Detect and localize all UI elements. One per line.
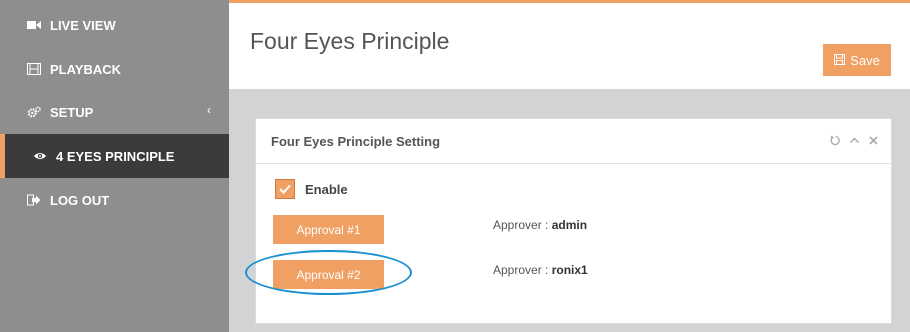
approver-1-text: Approver : admin	[493, 218, 587, 232]
approver-prefix: Approver :	[493, 263, 552, 277]
enable-checkbox[interactable]	[275, 179, 295, 199]
page-title: Four Eyes Principle	[250, 28, 450, 54]
enable-row: Enable	[275, 179, 348, 199]
checkmark-icon	[279, 184, 291, 194]
approver-name: admin	[551, 218, 588, 232]
close-icon[interactable]	[868, 135, 879, 149]
save-button[interactable]: Save	[823, 44, 891, 76]
sidebar-item-log-out[interactable]: LOG OUT	[0, 178, 229, 222]
logout-icon	[27, 193, 41, 207]
gears-icon	[27, 105, 41, 119]
refresh-icon[interactable]	[830, 135, 841, 149]
video-camera-icon	[27, 18, 41, 32]
film-icon	[27, 62, 41, 76]
approver-prefix: Approver :	[493, 218, 552, 232]
sidebar-item-setup[interactable]: SETUP ‹	[0, 90, 229, 134]
panel-header: Four Eyes Principle Setting	[256, 119, 891, 164]
sidebar-item-label: PLAYBACK	[50, 61, 122, 77]
approver-2-text: Approver : ronix1	[493, 263, 588, 277]
four-eyes-settings-panel: Four Eyes Principle Setting Enable Appro…	[255, 118, 892, 324]
approval-1-button[interactable]: Approval #1	[273, 215, 384, 244]
sidebar-item-label: LOG OUT	[50, 192, 110, 208]
sidebar-item-4-eyes-principle[interactable]: 4 EYES PRINCIPLE	[0, 134, 229, 178]
approver-name: ronix1	[551, 263, 588, 277]
sidebar-item-label: LIVE VIEW	[50, 17, 116, 33]
sidebar-item-playback[interactable]: PLAYBACK	[0, 47, 229, 91]
sidebar: LIVE VIEW PLAYBACK SETUP ‹ 4 EYES PRINCI…	[0, 0, 229, 332]
sidebar-item-label: SETUP	[50, 104, 94, 120]
panel-tools	[830, 135, 879, 149]
save-button-label: Save	[850, 52, 880, 68]
chevron-left-icon: ‹	[207, 103, 211, 117]
enable-label: Enable	[305, 181, 348, 197]
panel-title: Four Eyes Principle Setting	[271, 133, 441, 149]
page-header: Four Eyes Principle Save	[229, 3, 910, 89]
approval-2-button[interactable]: Approval #2	[273, 260, 384, 289]
collapse-icon[interactable]	[849, 135, 860, 149]
sidebar-item-live-view[interactable]: LIVE VIEW	[0, 3, 229, 47]
eye-icon	[33, 149, 47, 163]
sidebar-item-label: 4 EYES PRINCIPLE	[56, 148, 175, 164]
floppy-disk-icon	[834, 53, 846, 68]
